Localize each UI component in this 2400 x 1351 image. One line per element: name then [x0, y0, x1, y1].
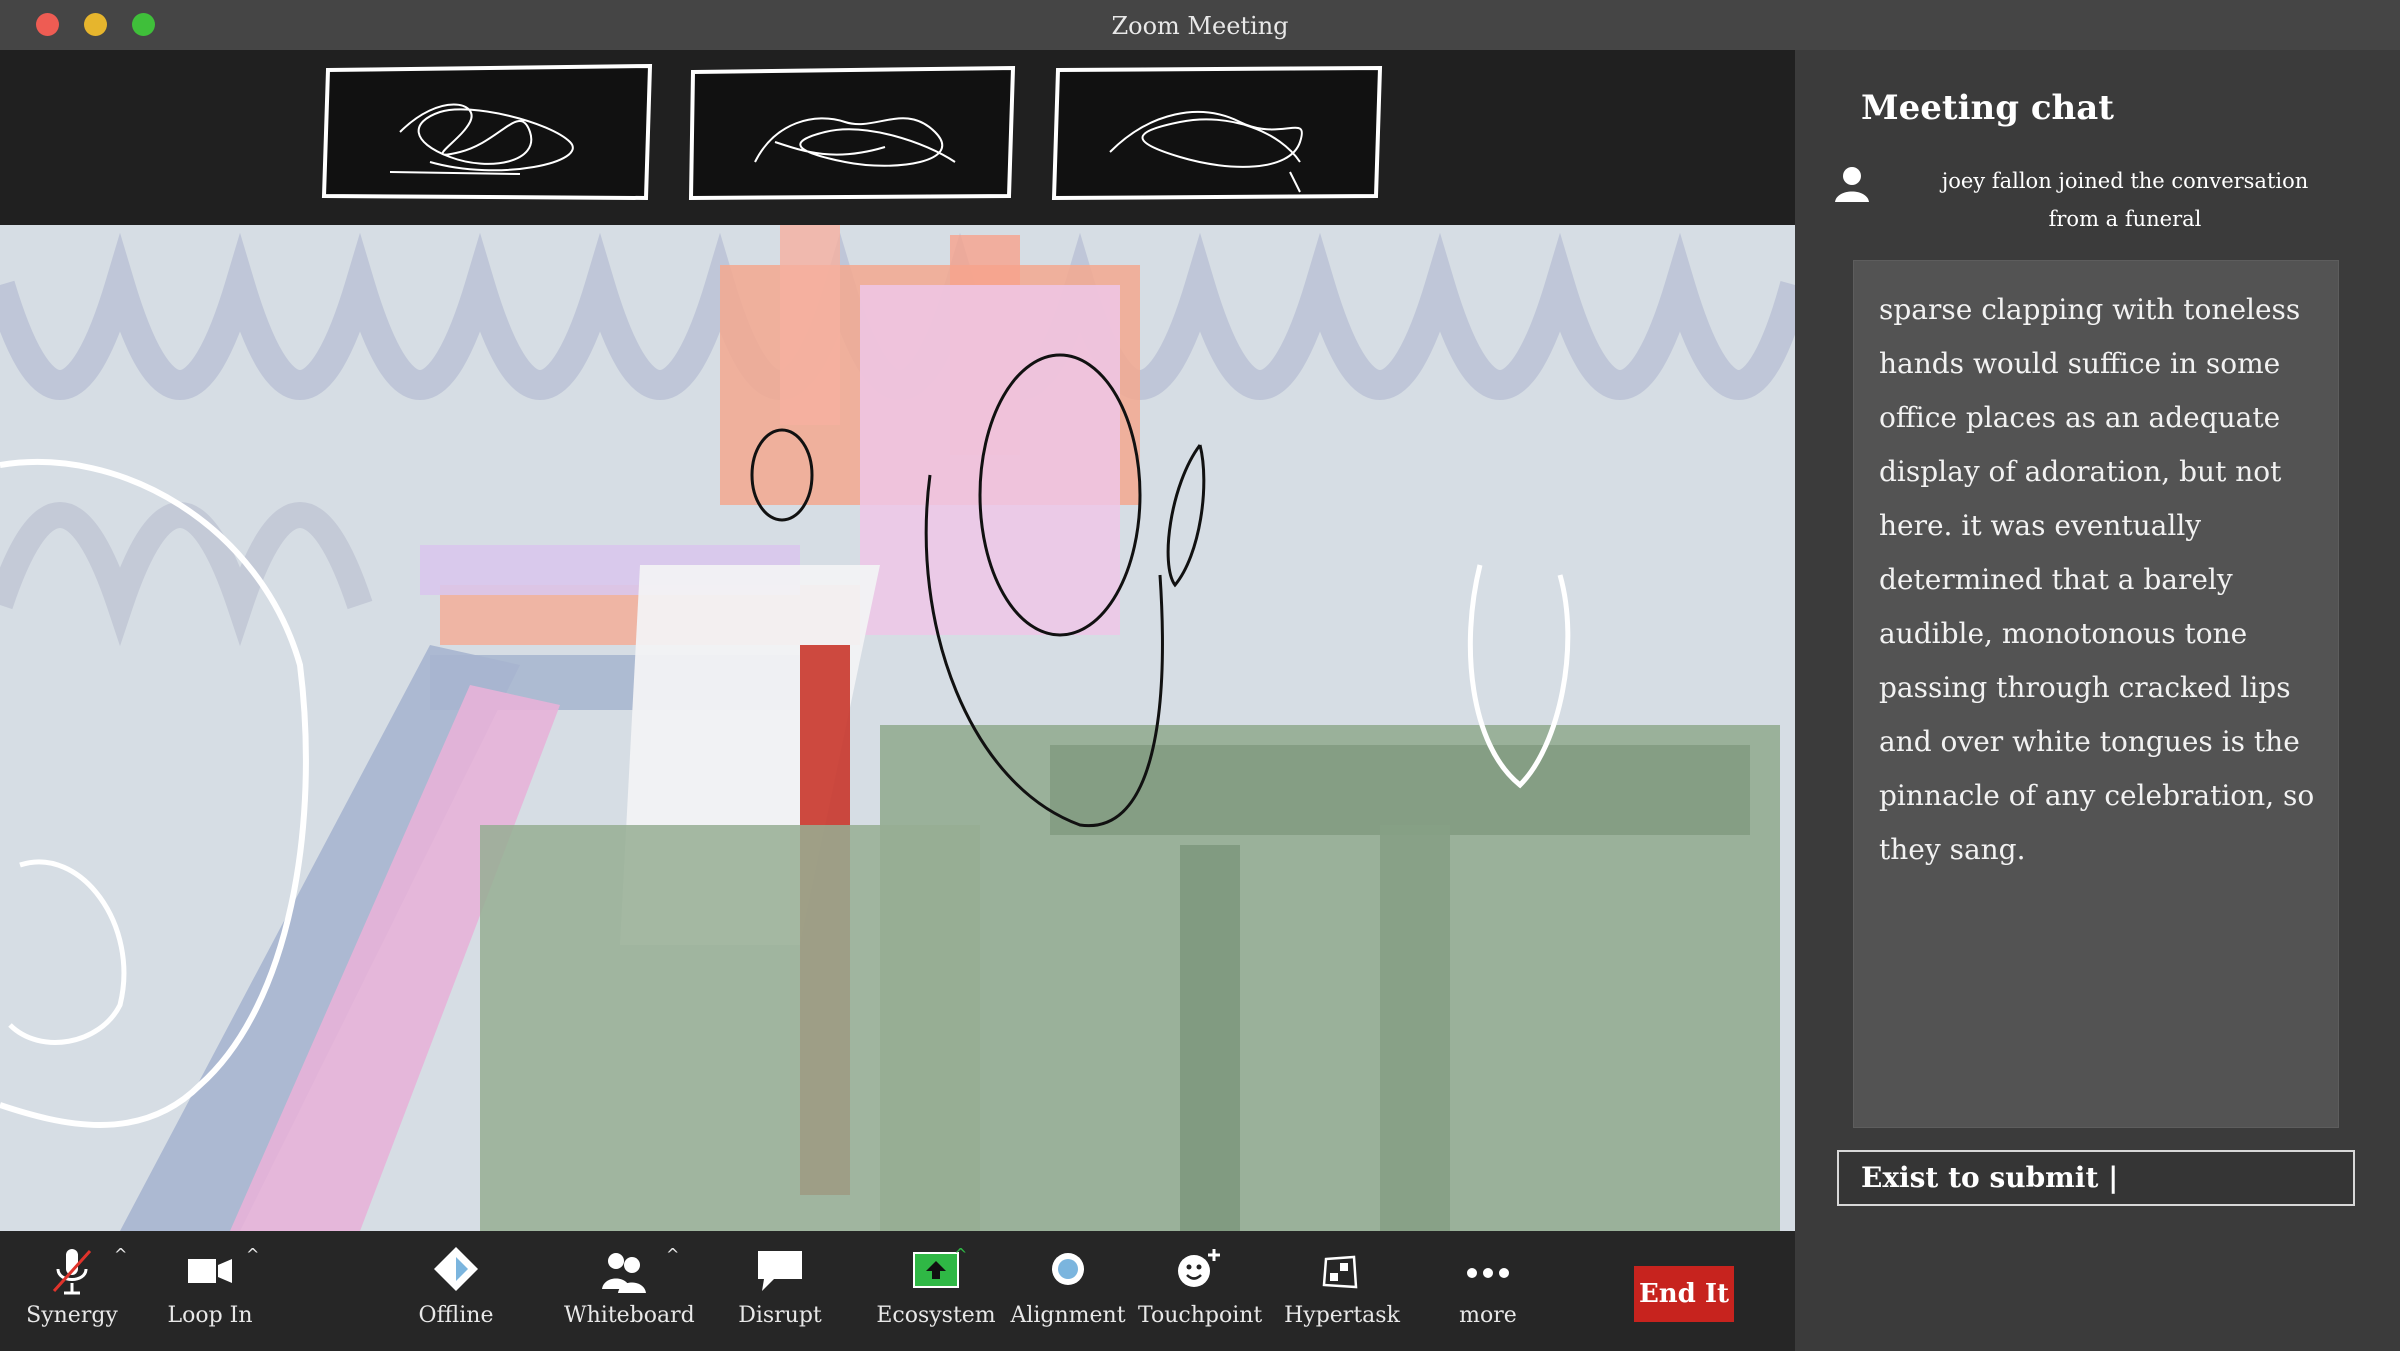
participant-thumbnail-strip [0, 50, 1795, 225]
more-label: more [1459, 1303, 1517, 1328]
share-options-caret-icon[interactable]: ^ [954, 1245, 967, 1264]
hypertask-label: Hypertask [1284, 1303, 1400, 1328]
active-speaker-video [0, 225, 1795, 1231]
meeting-toolbar: Synergy ^ Loop In ^ Offline Whiteboard ^… [0, 1231, 1795, 1351]
ecosystem-label: Ecosystem [876, 1303, 996, 1328]
chat-title: Meeting chat [1861, 88, 2115, 128]
synergy-label: Synergy [26, 1303, 118, 1328]
alignment-label: Alignment [1010, 1303, 1126, 1328]
chat-message-box: sparse clapping with toneless hands woul… [1853, 260, 2339, 1128]
record-icon [1052, 1253, 1084, 1285]
video-options-caret-icon[interactable]: ^ [246, 1245, 259, 1264]
chat-input-box[interactable] [1837, 1150, 2355, 1206]
join-line-1: joey fallon joined the conversation [1941, 169, 2309, 193]
apps-icon [1322, 1255, 1358, 1289]
join-message: joey fallon joined the conversation from… [1885, 162, 2365, 238]
meeting-chat-panel: Meeting chat joey fallon joined the conv… [1795, 50, 2400, 1351]
offline-button[interactable]: Offline [396, 1243, 516, 1343]
touchpoint-label: Touchpoint [1138, 1303, 1263, 1328]
participant-thumbnail[interactable] [320, 62, 655, 202]
video-camera-icon [188, 1259, 232, 1283]
disrupt-button[interactable]: Disrupt [720, 1243, 840, 1343]
audio-options-caret-icon[interactable]: ^ [114, 1245, 127, 1264]
speech-bubble-icon [758, 1251, 802, 1291]
chat-input[interactable] [1861, 1158, 2331, 1196]
participants-options-caret-icon[interactable]: ^ [666, 1245, 679, 1264]
more-button[interactable]: more [1428, 1243, 1548, 1343]
end-meeting-button[interactable]: End It [1634, 1266, 1734, 1322]
hypertask-button[interactable]: Hypertask [1282, 1243, 1402, 1343]
video-area [0, 50, 1795, 1231]
whiteboard-label: Whiteboard [564, 1303, 695, 1328]
disrupt-label: Disrupt [738, 1303, 822, 1328]
touchpoint-button[interactable]: Touchpoint [1138, 1243, 1263, 1343]
loop-in-label: Loop In [167, 1303, 253, 1328]
diamond-icon [434, 1247, 478, 1291]
user-icon [1835, 167, 1869, 202]
chat-message-text: sparse clapping with toneless hands woul… [1879, 293, 2315, 866]
window-title: Zoom Meeting [1111, 12, 1289, 40]
ecosystem-button[interactable]: Ecosystem [876, 1243, 996, 1343]
join-line-2: from a funeral [2048, 207, 2202, 231]
offline-label: Offline [418, 1303, 494, 1328]
participant-thumbnail[interactable] [1050, 62, 1385, 202]
more-dots-icon [1467, 1268, 1509, 1278]
participants-icon [602, 1253, 646, 1293]
participant-thumbnail[interactable] [685, 62, 1020, 202]
window-titlebar: Zoom Meeting [0, 0, 2400, 51]
muted-microphone-icon [52, 1249, 92, 1295]
alignment-button[interactable]: Alignment [1008, 1243, 1128, 1343]
smiley-plus-icon [1178, 1249, 1220, 1287]
